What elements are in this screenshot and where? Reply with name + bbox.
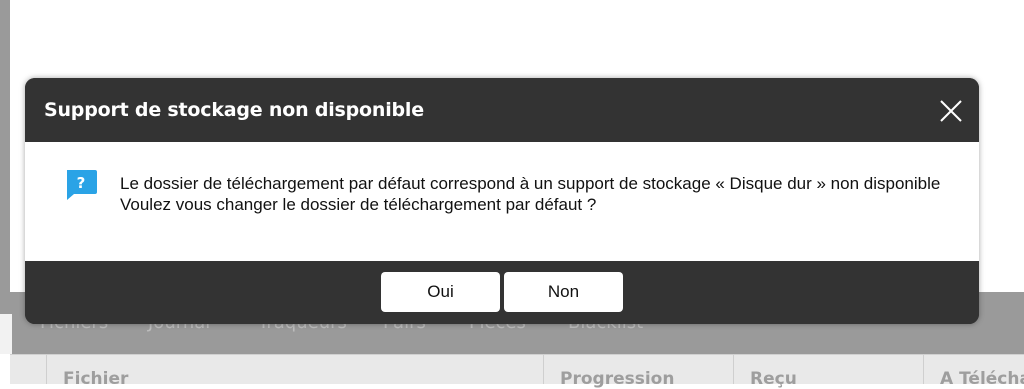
column-header-file[interactable]: Fichier <box>46 355 543 389</box>
column-header-to-download[interactable]: A Téléchar <box>923 355 1024 384</box>
tab-bar-edge <box>0 314 12 354</box>
storage-unavailable-dialog: Support de stockage non disponible ? Le … <box>25 78 979 324</box>
file-table-header: Fichier Progression Reçu A Téléchar <box>10 354 1024 389</box>
close-icon <box>940 100 962 122</box>
close-button[interactable] <box>938 98 964 124</box>
app-window-edge <box>0 0 10 292</box>
column-header-received[interactable]: Reçu <box>733 355 923 389</box>
column-header-progress[interactable]: Progression <box>543 355 733 389</box>
dialog-footer: Oui Non <box>25 261 979 324</box>
svg-text:?: ? <box>77 174 86 192</box>
yes-button[interactable]: Oui <box>381 272 500 312</box>
dialog-body: ? Le dossier de téléchargement par défau… <box>25 142 979 261</box>
dialog-message: Le dossier de téléchargement par défaut … <box>120 173 960 215</box>
no-button[interactable]: Non <box>504 272 623 312</box>
dialog-title: Support de stockage non disponible <box>44 99 424 121</box>
dialog-header: Support de stockage non disponible <box>25 78 979 142</box>
message-line-2: Voulez vous changer le dossier de téléch… <box>120 195 597 214</box>
message-line-1: Le dossier de téléchargement par défaut … <box>120 174 941 193</box>
question-icon: ? <box>67 170 97 200</box>
